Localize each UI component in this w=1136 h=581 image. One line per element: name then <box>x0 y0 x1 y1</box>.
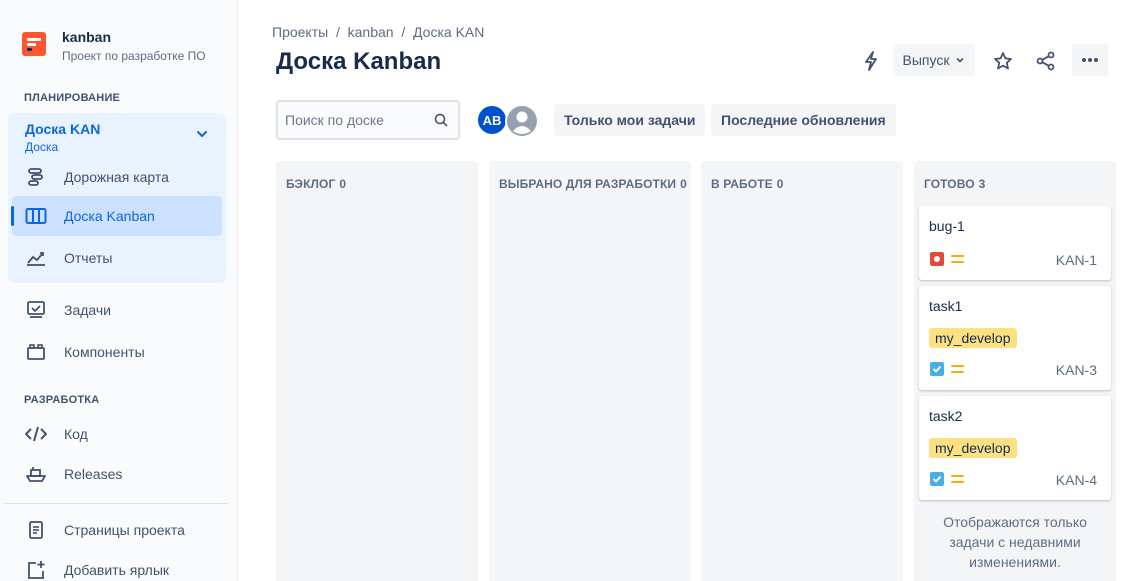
lightning-icon <box>865 51 877 71</box>
board-column-selected: ВЫБРАНО ДЛЯ РАЗРАБОТКИ 0 <box>489 161 691 581</box>
breadcrumb-separator: / <box>328 24 348 40</box>
issue-key: KAN-1 <box>1055 252 1097 268</box>
filter-recently-updated[interactable]: Последние обновления <box>711 104 896 136</box>
project-subtitle: Проект по разработке ПО <box>62 49 206 63</box>
sidebar-item-code[interactable]: Код <box>12 414 222 454</box>
components-icon <box>24 340 48 364</box>
bug-icon <box>930 252 944 266</box>
release-button-label: Выпуск <box>902 52 950 68</box>
page-title: Доска Kanban <box>276 48 442 75</box>
planning-section-title: ПЛАНИРОВАНИЕ <box>24 92 121 104</box>
sidebar-item-label: Задачи <box>64 302 112 318</box>
sidebar-item-label: Доска Kanban <box>64 208 155 224</box>
project-logo-icon <box>22 32 46 56</box>
project-name: kanban <box>62 29 112 45</box>
sidebar-divider <box>4 503 228 504</box>
more-icon <box>1082 58 1098 62</box>
star-button[interactable] <box>987 45 1019 77</box>
project-header[interactable]: kanban Проект по разработке ПО <box>22 28 206 64</box>
chevron-down-icon <box>956 57 965 63</box>
sidebar-item-add-shortcut[interactable]: Добавить ярлык <box>12 550 222 581</box>
sidebar-item-kanban-board[interactable]: Доска Kanban <box>12 196 222 236</box>
issue-card[interactable]: task2 my_develop KAN-4 <box>919 396 1111 500</box>
add-shortcut-icon <box>24 558 48 581</box>
column-header: ВЫБРАНО ДЛЯ РАЗРАБОТКИ 0 <box>499 177 687 191</box>
share-button[interactable] <box>1030 45 1062 77</box>
chevron-down-icon[interactable] <box>195 127 209 141</box>
breadcrumb-board[interactable]: Доска KAN <box>413 24 484 40</box>
issue-key: KAN-4 <box>1055 472 1097 488</box>
card-title: task2 <box>929 408 963 424</box>
breadcrumb-projects[interactable]: Проекты <box>272 24 328 40</box>
issue-key: KAN-3 <box>1055 362 1097 378</box>
star-icon <box>994 52 1012 70</box>
avatar-ab[interactable]: AB <box>476 104 508 136</box>
board-column-in-progress: В РАБОТЕ 0 <box>701 161 903 581</box>
task-icon <box>930 362 944 376</box>
sidebar-item-project-pages[interactable]: Страницы проекта <box>12 510 222 550</box>
board-group-title[interactable]: Доска KAN <box>25 121 100 137</box>
reports-icon <box>24 246 48 270</box>
sidebar-item-label: Компоненты <box>64 344 145 360</box>
active-indicator <box>11 206 14 226</box>
roadmap-icon <box>24 165 48 189</box>
board-group-subtitle: Доска <box>25 140 59 154</box>
sidebar-item-components[interactable]: Компоненты <box>12 332 222 372</box>
development-section-title: РАЗРАБОТКА <box>24 394 100 406</box>
automation-button[interactable] <box>855 45 887 77</box>
sidebar-item-label: Код <box>64 426 88 442</box>
card-label: my_develop <box>929 328 1017 348</box>
sidebar-item-label: Страницы проекта <box>64 522 185 538</box>
card-title: bug-1 <box>929 218 965 234</box>
breadcrumb-separator: / <box>393 24 414 40</box>
board-column-done: ГОТОВО 3 bug-1 KAN-1 task1 my_develop KAN… <box>914 161 1116 581</box>
pages-icon <box>24 518 48 542</box>
card-title: task1 <box>929 298 963 314</box>
sidebar-item-releases[interactable]: Releases <box>12 454 222 494</box>
search-input[interactable] <box>285 112 425 128</box>
sidebar-item-reports[interactable]: Отчеты <box>12 238 222 278</box>
release-button[interactable]: Выпуск <box>893 44 975 76</box>
column-header: ГОТОВО 3 <box>924 177 986 191</box>
avatar-unassigned[interactable] <box>505 104 539 138</box>
sidebar-item-issues[interactable]: Задачи <box>12 290 222 330</box>
task-icon <box>930 472 944 486</box>
sidebar-item-label: Releases <box>64 466 123 482</box>
user-icon <box>507 106 537 136</box>
card-label: my_develop <box>929 438 1017 458</box>
filter-my-issues[interactable]: Только мои задачи <box>554 104 706 136</box>
breadcrumb: Проекты / kanban / Доска KAN <box>272 24 484 40</box>
sidebar-item-label: Добавить ярлык <box>64 562 170 578</box>
releases-icon <box>24 462 48 486</box>
issue-card[interactable]: task1 my_develop KAN-3 <box>919 286 1111 390</box>
sidebar-item-roadmap[interactable]: Дорожная карта <box>12 157 222 197</box>
share-icon <box>1036 51 1055 71</box>
sidebar-item-label: Дорожная карта <box>64 169 169 185</box>
board-column-backlog: БЭКЛОГ 0 <box>276 161 478 581</box>
column-header: В РАБОТЕ 0 <box>711 177 784 191</box>
priority-medium-icon <box>951 255 964 263</box>
priority-medium-icon <box>951 475 964 483</box>
column-header: БЭКЛОГ 0 <box>286 177 347 191</box>
search-icon <box>434 113 448 127</box>
breadcrumb-project[interactable]: kanban <box>348 24 394 40</box>
app-root: kanban Проект по разработке ПО ПЛАНИРОВА… <box>0 0 1136 581</box>
column-note: Отображаются только задачи с недавними и… <box>943 514 1087 570</box>
priority-medium-icon <box>951 365 964 373</box>
code-icon <box>24 422 48 446</box>
board-icon <box>24 204 48 228</box>
board-search <box>276 100 460 140</box>
more-actions-button[interactable] <box>1072 44 1108 76</box>
sidebar: kanban Проект по разработке ПО ПЛАНИРОВА… <box>0 0 238 581</box>
issues-icon <box>24 298 48 322</box>
issue-card[interactable]: bug-1 KAN-1 <box>919 206 1111 280</box>
sidebar-item-label: Отчеты <box>64 250 113 266</box>
